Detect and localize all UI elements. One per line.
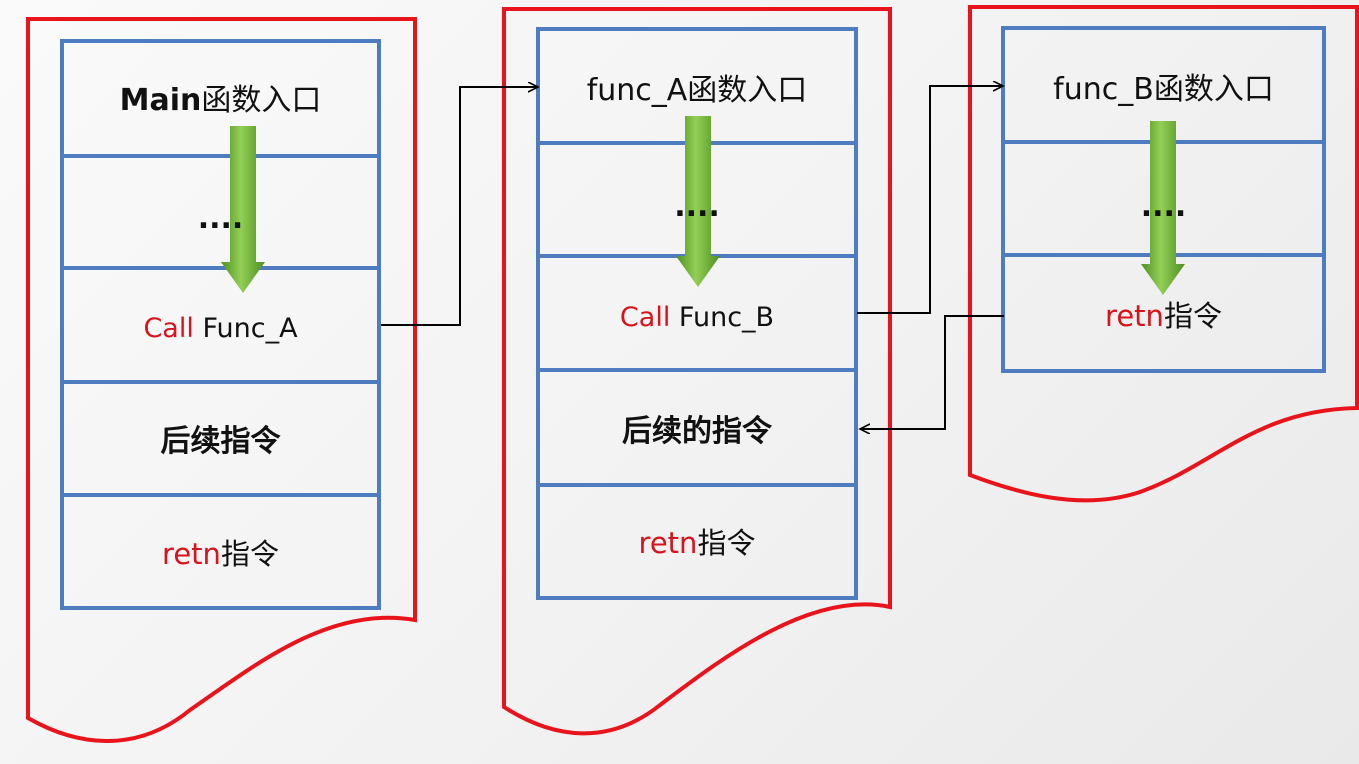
func-b-cell-1-label: func_B函数入口	[1053, 72, 1274, 107]
main-cell-4-part-1: 后续指令	[161, 424, 282, 459]
main-cell-2-label: ....	[198, 201, 244, 236]
func-a-cell-2-label: ....	[674, 189, 720, 224]
func-b-cell-3-part-1: retn	[1105, 299, 1164, 333]
connector-return-to-func-a	[860, 315, 1004, 429]
main-cell-5-label: retn指令	[162, 537, 279, 571]
main-cell-3-part-1: Call	[143, 313, 193, 344]
func-a-cell-4-part-1: 后续的指令	[622, 414, 773, 449]
call-flow-diagram: Main函数入口....Call Func_A后续指令retn指令func_A函…	[26, 5, 1359, 743]
func-b-cell-2-part-1: ....	[1141, 189, 1187, 224]
main-cell-3-label: Call Func_A	[143, 313, 298, 344]
func-a-cell-2-part-1: ....	[674, 189, 720, 224]
func-b-cell-3-label: retn指令	[1105, 299, 1222, 333]
func-a-cell-5-part-1: retn	[639, 526, 698, 560]
connector-call-func-a	[381, 87, 538, 326]
func-a-cell-1-part-1: func_A函数入口	[587, 73, 808, 108]
func-a-cell-3-label: Call Func_B	[620, 302, 774, 333]
func-a-cell-3-part-1: Call	[620, 302, 670, 333]
func-b-cell-1-part-1: func_B函数入口	[1053, 72, 1274, 107]
func-a-cell-5-label: retn指令	[639, 526, 756, 560]
main-cell-4-label: 后续指令	[161, 424, 282, 459]
func-a-cell-5-part-2: 指令	[697, 526, 755, 560]
func-b-cell-2-label: ....	[1141, 189, 1187, 224]
main-cell-5-part-2: 指令	[221, 537, 279, 571]
main-cell-1-part-1: Main	[120, 83, 202, 118]
main-cell-5-part-1: retn	[162, 537, 221, 571]
func-a-cell-3-part-2: Func_B	[670, 302, 774, 333]
main-cell-1-part-2: 函数入口	[201, 83, 321, 118]
func-a-cell-4-label: 后续的指令	[622, 414, 773, 449]
main-cell-2-part-1: ....	[198, 201, 244, 236]
main-cell-3-part-2: Func_A	[194, 313, 298, 344]
connector-call-func-b	[857, 86, 1003, 314]
main-cell-1-label: Main函数入口	[120, 83, 322, 118]
func-a-cell-1-label: func_A函数入口	[587, 73, 808, 108]
func-b-cell-3-part-2: 指令	[1164, 299, 1222, 333]
